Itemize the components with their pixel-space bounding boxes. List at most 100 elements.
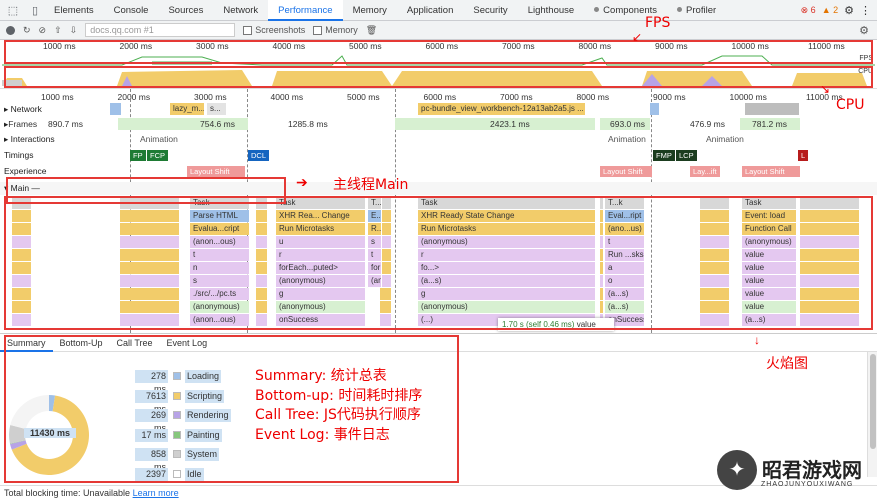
- arrow-icon: ↘: [820, 82, 831, 96]
- interactions-track[interactable]: ▸ Interactions Animation Animation Anima…: [0, 133, 877, 146]
- frame-time: 1285.8 ms: [288, 119, 328, 129]
- error-count-badge[interactable]: ⊗ 6: [801, 5, 816, 16]
- checkbox-icon: [243, 25, 253, 35]
- capture-settings-icon[interactable]: ⚙: [859, 24, 869, 37]
- ruler-tick: 7000 ms: [500, 92, 533, 102]
- summary-highlight-box: [4, 335, 459, 483]
- network-request[interactable]: pc-bundle_view_workbench-12a13ab2a5.js .…: [418, 103, 586, 115]
- performance-toolbar: ↻ ⊘ ⇧ ⇩ docs.qq.com #1 Screenshots Memor…: [0, 21, 877, 40]
- timings-track[interactable]: Timings FP FCP DCL FMP LCP L: [0, 149, 877, 162]
- tab-security[interactable]: Security: [463, 0, 517, 21]
- main-ruler: 1000 ms 2000 ms 3000 ms 4000 ms 5000 ms 6000 …: [0, 91, 877, 103]
- flame-highlight-box: [4, 196, 873, 330]
- devtools-tabbar: ⬚ ▯ Elements Console Sources Network Perform…: [0, 0, 877, 21]
- network-request[interactable]: [745, 103, 800, 115]
- network-request[interactable]: [110, 103, 122, 115]
- frames-track[interactable]: ▸ Frames 890.7 ms 754.6 ms 1285.8 ms 242…: [0, 118, 877, 131]
- ruler-tick: 5000 ms: [347, 92, 380, 102]
- upload-icon[interactable]: ⇧: [54, 25, 62, 36]
- layout-shift[interactable]: Layout Shift: [187, 166, 245, 177]
- interactions-track-label: ▸ Interactions: [4, 134, 55, 144]
- status-text: Total blocking time: Unavailable: [4, 488, 131, 498]
- ruler-tick: 1000 ms: [41, 92, 74, 102]
- tab-dot-icon: [594, 7, 600, 13]
- layout-shift[interactable]: Layout Shift: [742, 166, 800, 177]
- memory-label: Memory: [325, 25, 358, 35]
- watermark-logo-icon: ✦: [717, 450, 757, 490]
- fcp-marker[interactable]: FCP: [147, 150, 168, 161]
- load-marker[interactable]: L: [798, 150, 809, 161]
- tab-dot-icon: [677, 7, 683, 13]
- tab-console[interactable]: Console: [104, 0, 159, 21]
- tab-lighthouse[interactable]: Lighthouse: [518, 0, 584, 21]
- ruler-tick: 8000 ms: [576, 92, 610, 102]
- reload-icon[interactable]: ↻: [23, 25, 31, 36]
- tab-network[interactable]: Network: [213, 0, 268, 21]
- tab-sources[interactable]: Sources: [158, 0, 213, 21]
- cpu-highlight-box: [4, 66, 873, 88]
- animation-label: Animation: [706, 134, 744, 144]
- screenshots-checkbox[interactable]: Screenshots: [243, 25, 305, 35]
- record-icon[interactable]: [6, 25, 15, 35]
- network-track[interactable]: ▸ Network lazy_m... s... pc-bundle_view_…: [0, 103, 877, 116]
- checkbox-icon: [313, 25, 323, 35]
- arrow-icon: ↙: [632, 30, 643, 44]
- fp-marker[interactable]: FP: [130, 150, 146, 161]
- fmp-marker[interactable]: FMP: [653, 150, 675, 161]
- frame-time: 693.0 ms: [610, 119, 645, 129]
- inspect-icon[interactable]: ⬚: [4, 1, 22, 19]
- settings-icon[interactable]: ⚙: [844, 4, 854, 17]
- ruler-tick: 2000 ms: [117, 92, 151, 102]
- animation-label: Animation: [608, 134, 646, 144]
- fps-highlight-box: [4, 40, 873, 64]
- animation-label: Animation: [140, 134, 178, 144]
- ruler-tick: 9000 ms: [653, 92, 686, 102]
- cpu-annotation: CPU: [836, 97, 865, 113]
- frame-time: 781.2 ms: [752, 119, 787, 129]
- frame-time: 890.7 ms: [48, 119, 83, 129]
- watermark-subtitle: ZHAOJUNYOUXIWANG: [761, 481, 854, 488]
- warning-count: 2: [833, 5, 839, 15]
- network-track-label: ▸ Network: [4, 104, 42, 114]
- tab-memory[interactable]: Memory: [343, 0, 397, 21]
- watermark-title: 昭君游戏网: [762, 458, 862, 482]
- tab-elements[interactable]: Elements: [44, 0, 104, 21]
- ruler-tick: 3000 ms: [194, 92, 227, 102]
- lcp-marker[interactable]: LCP: [676, 150, 697, 161]
- tab-performance[interactable]: Performance: [268, 0, 343, 21]
- network-request[interactable]: lazy_m...: [170, 103, 205, 115]
- ruler-tick: 4000 ms: [270, 92, 304, 102]
- frame-time: 476.9 ms: [690, 119, 725, 129]
- fps-annotation: FPS: [645, 15, 671, 31]
- screenshots-label: Screenshots: [255, 25, 306, 35]
- tab-profiler[interactable]: Profiler: [667, 0, 726, 21]
- memory-checkbox[interactable]: Memory: [313, 25, 358, 35]
- network-request[interactable]: [650, 103, 660, 115]
- network-request[interactable]: s...: [207, 103, 227, 115]
- ruler-tick: 6000 ms: [423, 92, 457, 102]
- download-icon[interactable]: ⇩: [70, 25, 78, 36]
- details-scrollbar[interactable]: [867, 352, 877, 477]
- ruler-tick: 10000 ms: [729, 92, 767, 102]
- arrow-icon: ↓: [754, 333, 760, 347]
- main-annotation: 主线程Main: [333, 177, 409, 193]
- layout-shift[interactable]: Lay...ift: [690, 166, 720, 177]
- device-toggle-icon[interactable]: ▯: [26, 1, 44, 19]
- warning-count-badge[interactable]: ▲ 2: [822, 5, 838, 15]
- frame-time: 754.6 ms: [200, 119, 235, 129]
- learn-more-link[interactable]: Learn more: [133, 488, 179, 498]
- frame-time: 2423.1 ms: [490, 119, 530, 129]
- scroll-thumb[interactable]: [870, 354, 876, 449]
- layout-shift[interactable]: Layout Shift: [600, 166, 652, 177]
- timings-track-label: Timings: [4, 150, 34, 160]
- tab-application[interactable]: Application: [397, 0, 463, 21]
- watermark: ✦ 昭君游戏网 ZHAOJUNYOUXIWANG: [717, 450, 867, 496]
- error-count: 6: [810, 4, 816, 15]
- garbage-collect-icon[interactable]: 🗑: [366, 25, 377, 36]
- clear-icon[interactable]: ⊘: [39, 25, 47, 36]
- recording-select[interactable]: docs.qq.com #1: [85, 23, 236, 37]
- more-options-icon[interactable]: ⋮: [860, 4, 871, 17]
- dcl-marker[interactable]: DCL: [248, 150, 270, 161]
- frames-track-label: ▸ Frames: [4, 119, 38, 129]
- arrow-icon: ➔: [296, 174, 308, 190]
